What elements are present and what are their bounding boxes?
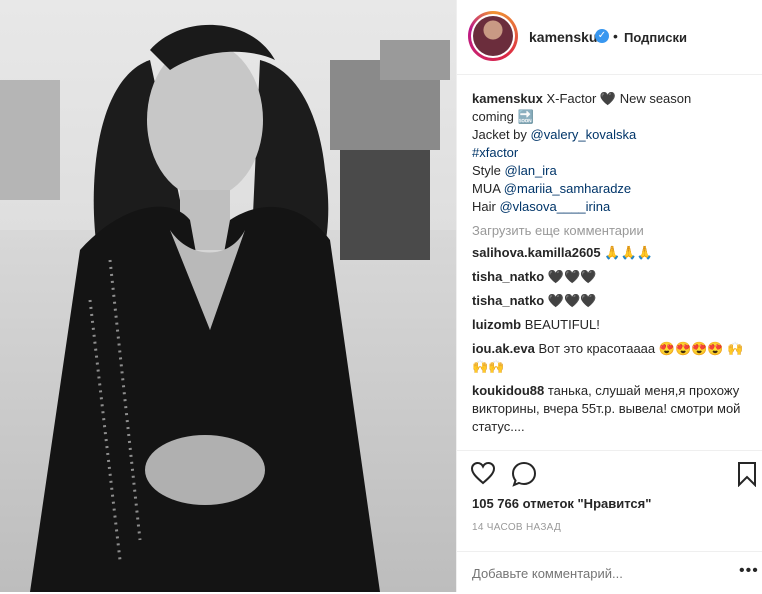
comment-user[interactable]: koukidou88 [472, 383, 544, 398]
comment-item: tisha_natko 🖤🖤🖤 [472, 292, 750, 310]
comment-user[interactable]: iou.ak.eva [472, 341, 535, 356]
post-actions: 105 766 отметок "Нравится" 14 ЧАСОВ НАЗА… [457, 450, 762, 593]
comment-user[interactable]: luizomb [472, 317, 521, 332]
avatar[interactable] [468, 11, 518, 61]
comment-item: iou.ak.eva Вот это красотаааа 😍😍😍😍 🙌🙌🙌 [472, 340, 750, 376]
comment-item: salihova.kamilla2605 🙏🙏🙏 [472, 244, 750, 262]
caption-line-2: coming 🔜 [472, 109, 534, 124]
jacket-prefix: Jacket by [472, 127, 531, 142]
comment-text: 🖤🖤🖤 [547, 269, 597, 284]
hair-prefix: Hair [472, 199, 500, 214]
likes-count[interactable]: 105 766 отметок "Нравится" [472, 496, 651, 511]
comment-item: tisha_natko 🖤🖤🖤 [472, 268, 750, 286]
hair-mention-link[interactable]: @vlasova____irina [499, 199, 610, 214]
post-timestamp[interactable]: 14 ЧАСОВ НАЗАД [472, 522, 561, 533]
comment-user[interactable]: tisha_natko [472, 269, 544, 284]
comment-user[interactable]: salihova.kamilla2605 [472, 245, 601, 260]
comment-user[interactable]: tisha_natko [472, 293, 544, 308]
style-mention-link[interactable]: @lan_ira [505, 163, 557, 178]
bookmark-icon[interactable] [737, 461, 757, 487]
style-prefix: Style [472, 163, 505, 178]
load-more-comments-button[interactable]: Загрузить еще комментарии [472, 222, 750, 240]
caption-author[interactable]: kamenskux [472, 91, 543, 106]
comment-text: BEAUTIFUL! [524, 317, 600, 332]
hashtag-link[interactable]: #xfactor [472, 145, 518, 160]
following-button[interactable]: Подписки [624, 30, 687, 45]
comment-text: 🖤🖤🖤 [547, 293, 597, 308]
like-heart-icon[interactable] [470, 461, 496, 485]
comment-item: koukidou88 танька, слушай меня,я прохожу… [472, 382, 750, 436]
jacket-mention-link[interactable]: @valery_kovalska [531, 127, 637, 142]
add-comment-bar: ••• [457, 551, 762, 594]
separator-dot: • [613, 28, 618, 44]
caption-line-1: X-Factor 🖤 New season [546, 91, 692, 106]
comment-bubble-icon[interactable] [511, 461, 537, 487]
photo-image [0, 0, 456, 592]
username-link[interactable]: kamenskux [529, 29, 605, 45]
comments-list: kamenskux X-Factor 🖤 New season coming 🔜… [472, 90, 750, 448]
mua-prefix: MUA [472, 181, 504, 196]
post-header: kamenskux ✓ • Подписки [457, 0, 762, 75]
mua-mention-link[interactable]: @mariia_samharadze [504, 181, 631, 196]
post-side-panel: kamenskux ✓ • Подписки kamenskux X-Facto… [456, 0, 762, 592]
post-photo[interactable] [0, 0, 456, 592]
comment-item: luizomb BEAUTIFUL! [472, 316, 750, 334]
verified-badge-icon: ✓ [595, 29, 609, 43]
caption: kamenskux X-Factor 🖤 New season coming 🔜… [472, 90, 750, 216]
add-comment-input[interactable] [472, 564, 712, 582]
comment-text: 🙏🙏🙏 [604, 245, 653, 260]
more-options-icon[interactable]: ••• [739, 562, 759, 580]
